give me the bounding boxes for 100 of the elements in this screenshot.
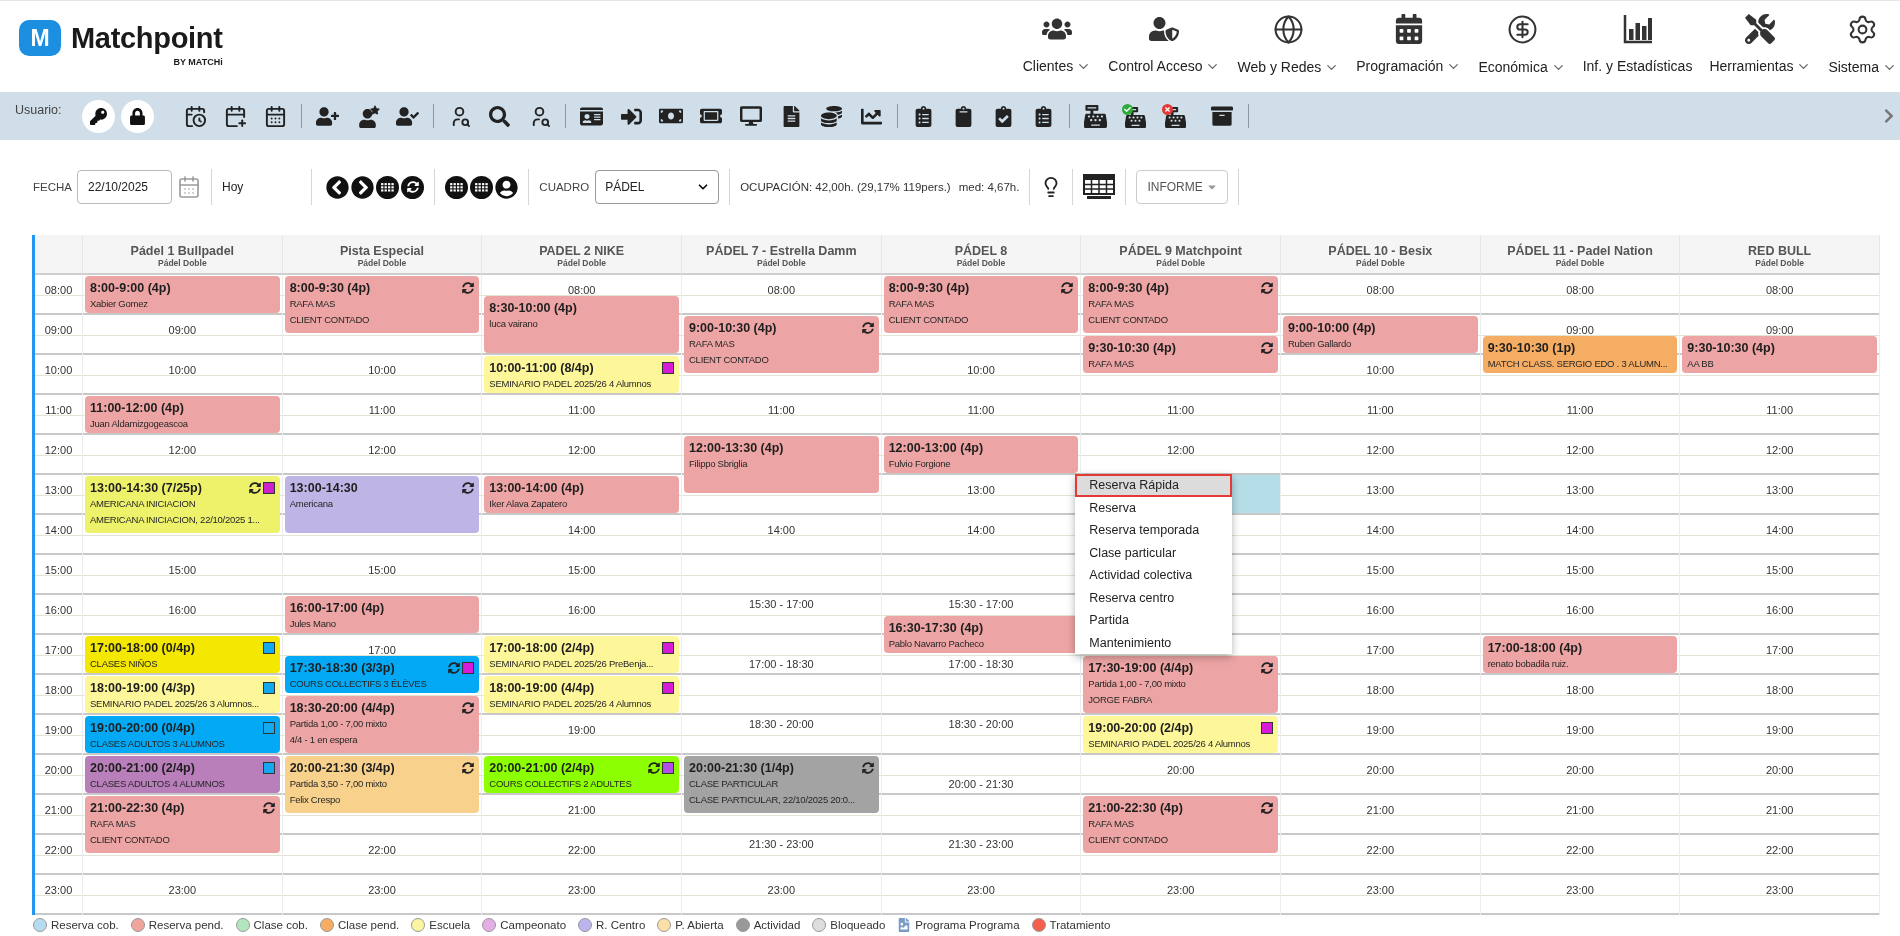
nav-menu-button[interactable]: Herramientas	[1709, 14, 1812, 75]
menu-item[interactable]: Reserva	[1075, 496, 1233, 519]
booking-block[interactable]: 12:00-13:00 (4p) Fulvio Forgione	[883, 436, 1079, 473]
booking-block[interactable]: 17:00-18:00 (2/4p) SEMINARIO PADEL 2025/26 PreBenja...	[484, 636, 679, 673]
nav-menu-button[interactable]: Económica	[1478, 14, 1566, 75]
key-icon[interactable]	[82, 99, 115, 133]
legend-label: Bloqueado	[830, 918, 886, 932]
slot-time-label: 09:00	[1566, 324, 1594, 337]
slot-time-label: 15:00	[1366, 564, 1395, 577]
booking-block[interactable]: 17:30-18:30 (3/3p) COURS COLLECTIFS 3 ÉLÈVES	[284, 656, 480, 693]
court-type: Pádel Doble	[757, 258, 806, 268]
booking-block[interactable]: 9:00-10:30 (4p) RAFA MAS CLIENT CONTADO	[684, 316, 879, 373]
cash-register-cross-icon[interactable]	[1162, 104, 1188, 128]
nav-menu-button[interactable]: Web y Redes	[1237, 14, 1340, 75]
court-select[interactable]: PÁDEL	[595, 170, 720, 204]
booking-block[interactable]: 18:00-19:00 (4/4p) SEMINARIO PADEL 2025/26 4 Alumnos	[484, 676, 679, 713]
booking-block[interactable]: 18:30-20:00 (4/4p) Partida 1,00 - 7,00 mixto 4/4 - 1 en espera	[284, 696, 480, 753]
booking-time: 20:00-21:00 (2/4p)	[90, 760, 195, 776]
grid-circle-icon[interactable]	[445, 175, 469, 199]
booking-block[interactable]: 19:00-20:00 (2/4p) SEMINARIO PADEL 2025/26 4 Alumnos	[1083, 716, 1278, 753]
nav-menu-button[interactable]: Inf. y Estadísticas	[1582, 14, 1693, 75]
menu-item[interactable]: Clase particular	[1075, 541, 1233, 564]
slot-time-label: 11:00	[1566, 404, 1594, 417]
booking-block[interactable]: 20:00-21:00 (2/4p) CLASES ADULTOS 4 ALUMNOS	[85, 756, 280, 793]
menu-item[interactable]: Reserva centro	[1075, 586, 1233, 609]
booking-detail: renato bobadila ruiz.	[1487, 657, 1569, 671]
booking-block[interactable]: 8:00-9:30 (4p) RAFA MAS CLIENT CONTADO	[1083, 276, 1278, 333]
booking-detail: Juan Aldamizgogeascoa	[90, 417, 188, 431]
menu-item[interactable]: Actividad colectiva	[1075, 564, 1233, 587]
grid-circle-icon[interactable]	[376, 175, 400, 199]
booking-time: 12:00-13:00 (4p)	[888, 440, 984, 456]
tools-icon	[1745, 14, 1776, 44]
booking-block[interactable]: 13:00-14:30 (7/25p) AMERICANA INICIACION AMERICANA INICIACION, 22/10/2025 1...	[85, 476, 280, 533]
report-dropdown[interactable]: INFORME	[1136, 170, 1228, 204]
calendar-plus-icon[interactable]	[223, 104, 247, 128]
booking-block[interactable]: 21:00-22:30 (4p) RAFA MAS CLIENT CONTADO	[1083, 796, 1278, 853]
booking-block[interactable]: 9:30-10:30 (1p) MATCH CLASS. SERGIO EDO . 3 ALUMN...	[1482, 336, 1678, 373]
menu-item[interactable]: Reserva temporada	[1075, 519, 1233, 542]
booking-block[interactable]: 17:00-18:00 (4p) renato bobadila ruiz.	[1482, 636, 1678, 673]
user-plus-icon[interactable]	[315, 104, 339, 128]
booking-block[interactable]: 10:00-11:00 (8/4p) SEMINARIO PADEL 2025/26 4 Alumnos	[484, 356, 679, 393]
slot-time-label: 20:00	[1566, 764, 1594, 777]
booking-time: 9:30-10:30 (4p)	[1088, 340, 1176, 356]
booking-block[interactable]: 9:30-10:30 (4p) AA BB	[1682, 336, 1877, 373]
circle-arrow-left-icon[interactable]	[326, 175, 350, 199]
archive-icon[interactable]	[1211, 105, 1233, 127]
booking-block[interactable]: 16:00-17:00 (4p) Jules Mano	[284, 596, 480, 633]
search-icon[interactable]	[488, 105, 510, 127]
slot-time-label: 23:00	[767, 884, 796, 897]
booking-block[interactable]: 21:00-22:30 (4p) RAFA MAS CLIENT CONTADO	[85, 796, 280, 853]
refresh-icon[interactable]	[401, 175, 425, 199]
booking-time: 13:00-14:00 (4p)	[489, 480, 584, 496]
booking-block[interactable]: 17:30-19:00 (4/4p) Partida 1,00 - 7,00 mixto JORGE FABRA	[1083, 656, 1278, 713]
booking-detail: AMERICANA INICIACION, 22/10/2025 1...	[90, 512, 260, 527]
calendar-clock-icon[interactable]	[183, 104, 207, 128]
booking-block[interactable]: 17:00-18:00 (0/4p) CLASES NIÑOS	[85, 636, 280, 673]
lock-icon[interactable]	[121, 99, 154, 133]
monitor-icon[interactable]	[740, 105, 762, 127]
user-check-icon[interactable]	[395, 104, 419, 128]
booking-block[interactable]: 20:00-21:00 (2/4p) COURS COLLECTIFS 2 ADULTES	[484, 756, 679, 793]
globe-icon	[1272, 14, 1304, 45]
booking-block[interactable]: 8:30-10:00 (4p) luca vairano	[484, 296, 679, 353]
booking-block[interactable]: 20:00-21:30 (1/4p) CLASE PARTICULAR CLASE PARTICULAR, 22/10/2025 20:0...	[684, 756, 879, 813]
booking-block[interactable]: 11:00-12:00 (4p) Juan Aldamizgogeascoa	[85, 396, 280, 433]
booking-block[interactable]: 20:00-21:30 (3/4p) Partida 3,50 - 7,00 mixto Felix Crespo	[284, 756, 480, 813]
slot-time-label: 22:00	[1765, 844, 1794, 857]
menu-item[interactable]: Reserva Rápida	[1075, 474, 1233, 497]
nav-menu-button[interactable]: Clientes	[1022, 14, 1092, 75]
booking-block[interactable]: 8:00-9:00 (4p) Xabier Gomez	[85, 276, 280, 313]
booking-block[interactable]: 9:00-10:00 (4p) Ruben Gallardo	[1283, 316, 1478, 353]
calendar-icon[interactable]	[263, 104, 287, 128]
coins-icon[interactable]	[820, 105, 842, 127]
nav-menu-button[interactable]: Programación	[1356, 14, 1462, 75]
booking-block[interactable]: 8:00-9:30 (4p) RAFA MAS CLIENT CONTADO	[883, 276, 1079, 333]
booking-time: 21:00-22:30 (4p)	[90, 800, 185, 816]
booking-detail: Partida 3,50 - 7,00 mixto	[289, 777, 387, 791]
cash-register-icon[interactable]	[1083, 104, 1107, 128]
booking-block[interactable]: 13:00-14:30 Americana	[284, 476, 480, 533]
booking-block[interactable]: 9:30-10:30 (4p) RAFA MAS	[1083, 336, 1278, 373]
booking-block[interactable]: 8:00-9:30 (4p) RAFA MAS CLIENT CONTADO	[284, 276, 480, 333]
slot-time-label: 15:30 - 17:00	[948, 598, 1014, 611]
nav-menu-button[interactable]: Sistema	[1828, 14, 1897, 75]
circle-arrow-right-icon[interactable]	[351, 175, 375, 199]
legend-label: Reserva cob.	[51, 918, 119, 932]
booking-block[interactable]: 19:00-20:00 (0/4p) CLASES ADULTOS 3 ALUMNOS	[85, 716, 280, 753]
booking-detail: Ruben Gallardo	[1288, 337, 1352, 351]
booking-block[interactable]: 18:00-19:00 (4/3p) SEMINARIO PADEL 2025/26 3 Alumnos...	[85, 676, 280, 713]
booking-time: 17:00-18:00 (2/4p)	[489, 640, 595, 656]
cash-register-check-icon[interactable]	[1122, 104, 1148, 128]
time-label: 21:00	[44, 804, 73, 817]
booking-block[interactable]: 13:00-14:00 (4p) Iker Alava Zapatero	[484, 476, 679, 513]
today-link[interactable]: Hoy	[222, 180, 244, 194]
nav-menu-button[interactable]: Control Acceso	[1108, 14, 1221, 75]
slot-time-label: 09:00	[168, 324, 197, 337]
slot-time-label: 18:30 - 20:00	[948, 718, 1014, 731]
table-icon[interactable]	[1083, 174, 1116, 200]
grid-circle-icon[interactable]	[470, 175, 494, 199]
date-field[interactable]: 22/10/2025	[77, 170, 172, 204]
booking-detail: CLASES ADULTOS 3 ALUMNOS	[90, 737, 225, 751]
booking-block[interactable]: 12:00-13:30 (4p) Filippo Sbriglia	[684, 436, 879, 493]
